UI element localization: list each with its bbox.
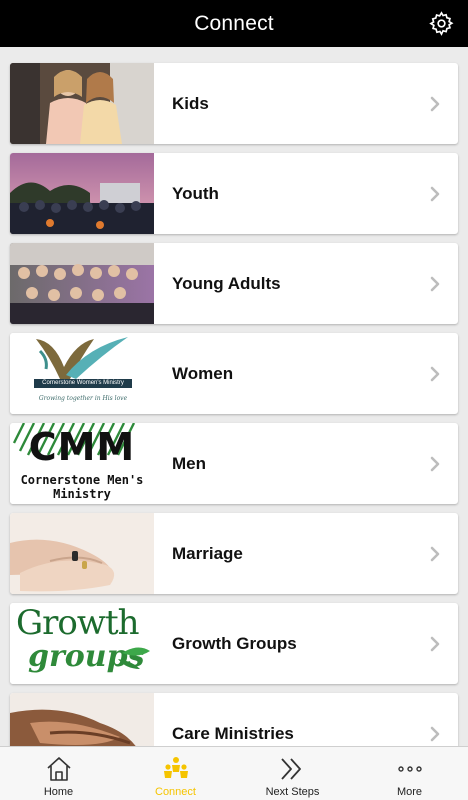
gear-icon[interactable] bbox=[429, 11, 454, 36]
marriage-photo bbox=[10, 513, 154, 594]
list-item-care-ministries[interactable]: Care Ministries bbox=[10, 693, 458, 746]
men-logo-cmm: CMM bbox=[28, 425, 136, 469]
chevron-right-icon bbox=[430, 186, 440, 201]
people-icon bbox=[163, 757, 188, 778]
tab-more[interactable]: More bbox=[351, 747, 468, 800]
double-chevron-icon bbox=[280, 758, 301, 780]
men-logo: CMM Cornerstone Men's Ministry bbox=[10, 423, 154, 504]
tab-next-steps[interactable]: Next Steps bbox=[234, 747, 351, 800]
list-item-label: Care Ministries bbox=[172, 723, 294, 743]
chevron-right-icon bbox=[430, 636, 440, 651]
home-icon bbox=[46, 757, 71, 781]
growth-groups-logo: Growth groups bbox=[10, 603, 154, 684]
list-item-women[interactable]: Cornerstone Women's Ministry Growing tog… bbox=[10, 333, 458, 414]
list-item-young-adults[interactable]: Young Adults bbox=[10, 243, 458, 324]
chevron-right-icon bbox=[430, 276, 440, 291]
header-bar: Connect bbox=[0, 0, 468, 47]
list-item-label: Men bbox=[172, 453, 206, 473]
tab-label: More bbox=[396, 786, 423, 798]
chevron-right-icon bbox=[430, 726, 440, 741]
youth-photo bbox=[10, 153, 154, 234]
list-item-label: Kids bbox=[172, 93, 209, 113]
list-item-youth[interactable]: Youth bbox=[10, 153, 458, 234]
young-adults-photo bbox=[10, 243, 154, 324]
tab-connect[interactable]: Connect bbox=[117, 747, 234, 800]
page-title: Connect bbox=[194, 11, 274, 35]
list-item-kids[interactable]: Kids bbox=[10, 63, 458, 144]
women-logo-title: Cornerstone Women's Ministry bbox=[42, 380, 124, 386]
chevron-right-icon bbox=[430, 546, 440, 561]
care-photo bbox=[10, 693, 154, 746]
list-item-label: Growth Groups bbox=[172, 633, 297, 653]
list-item-label: Youth bbox=[172, 183, 219, 203]
men-logo-line1: Cornerstone Men's bbox=[20, 473, 144, 487]
list-item-marriage[interactable]: Marriage bbox=[10, 513, 458, 594]
men-logo-line2: Ministry bbox=[53, 487, 111, 501]
chevron-right-icon bbox=[430, 456, 440, 471]
women-logo: Cornerstone Women's Ministry Growing tog… bbox=[10, 333, 154, 414]
tab-bar: Home Connect Next Steps More bbox=[0, 746, 468, 800]
tab-label: Home bbox=[43, 786, 74, 798]
list-item-men[interactable]: CMM Cornerstone Men's Ministry Men bbox=[10, 423, 458, 504]
chevron-right-icon bbox=[430, 96, 440, 111]
list-item-label: Marriage bbox=[172, 543, 243, 563]
women-logo-tagline: Growing together in His love bbox=[38, 395, 128, 402]
tab-home[interactable]: Home bbox=[0, 747, 117, 800]
list-item-label: Women bbox=[172, 363, 234, 383]
more-icon bbox=[397, 766, 422, 772]
chevron-right-icon bbox=[430, 366, 440, 381]
list-item-label: Young Adults bbox=[172, 273, 281, 293]
tab-label: Next Steps bbox=[265, 786, 320, 798]
tab-label: Connect bbox=[155, 786, 196, 798]
list-item-growth-groups[interactable]: Growth groups Growth Groups bbox=[10, 603, 458, 684]
connect-list[interactable]: Kids Youth Young Adults Cornerstone Wome… bbox=[0, 47, 468, 746]
kids-photo bbox=[10, 63, 154, 144]
